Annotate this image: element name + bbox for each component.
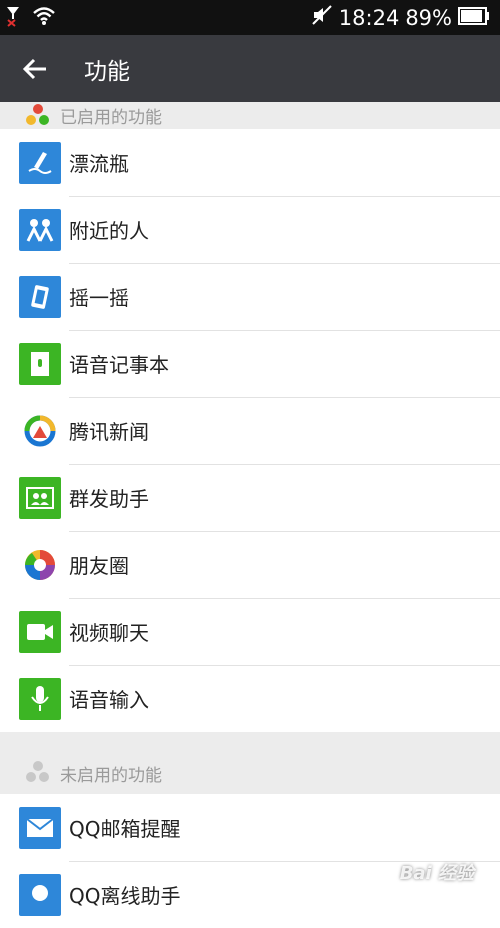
feature-label: 漂流瓶	[69, 152, 129, 176]
back-button[interactable]	[0, 35, 70, 102]
people-nearby-icon	[19, 208, 61, 251]
feature-item-shake[interactable]: 摇一摇	[0, 263, 500, 330]
page-title: 功能	[84, 58, 130, 85]
watermark: Bai 经验	[399, 863, 474, 884]
voice-notebook-icon	[19, 342, 61, 385]
tencent-news-icon	[19, 409, 61, 452]
feature-item-drift-bottle[interactable]: 漂流瓶	[0, 129, 500, 196]
feature-item-voice-input[interactable]: 语音输入	[0, 665, 500, 732]
feature-item-video-chat[interactable]: 视频聊天	[0, 598, 500, 665]
feature-label: 视频聊天	[69, 621, 149, 645]
status-time: 18:24	[338, 5, 400, 30]
feature-item-voice-notebook[interactable]: 语音记事本	[0, 330, 500, 397]
qq-offline-icon	[19, 873, 61, 916]
enabled-list: 漂流瓶 附近的人 摇一摇 语音记事本 腾讯新闻 群发助手 朋友圈 视频聊天 语音…	[0, 129, 500, 732]
back-arrow-icon	[22, 58, 46, 79]
disabled-section-title: 未启用的功能	[60, 765, 162, 786]
feature-item-people-nearby[interactable]: 附近的人	[0, 196, 500, 263]
voice-input-icon	[19, 677, 61, 720]
drift-bottle-icon	[19, 141, 61, 184]
feature-label: QQ离线助手	[69, 884, 181, 908]
feature-label: 附近的人	[69, 219, 149, 243]
broadcast-assistant-icon	[19, 476, 61, 519]
feature-item-moments[interactable]: 朋友圈	[0, 531, 500, 598]
enabled-section-header: 已启用的功能	[0, 102, 500, 129]
feature-label: 腾讯新闻	[69, 420, 149, 444]
feature-label: 摇一摇	[69, 286, 129, 310]
feature-item-broadcast-assistant[interactable]: 群发助手	[0, 464, 500, 531]
shake-icon	[19, 275, 61, 318]
disabled-section-header: 未启用的功能	[0, 732, 500, 794]
mail-icon	[19, 806, 61, 849]
status-bar: 18:24 89%	[0, 0, 500, 35]
battery-percent: 89%	[405, 5, 452, 30]
enabled-section-title: 已启用的功能	[60, 108, 162, 128]
enabled-features-icon	[26, 103, 50, 128]
feature-item-tencent-news[interactable]: 腾讯新闻	[0, 397, 500, 464]
mute-icon	[311, 4, 333, 31]
feature-list: 已启用的功能 漂流瓶 附近的人 摇一摇 语音记事本 腾讯新闻 群发助手 朋友圈 …	[0, 102, 500, 928]
feature-label: 群发助手	[69, 487, 149, 511]
feature-label: 朋友圈	[69, 554, 129, 578]
no-signal-icon	[6, 5, 20, 31]
video-chat-icon	[19, 610, 61, 653]
feature-label: 语音记事本	[69, 353, 169, 377]
battery-icon	[458, 6, 490, 30]
feature-label: QQ邮箱提醒	[69, 817, 181, 841]
feature-item-qq-mail[interactable]: QQ邮箱提醒	[0, 794, 500, 861]
feature-label: 语音输入	[69, 688, 149, 712]
wifi-icon	[32, 6, 56, 30]
app-bar: 功能	[0, 35, 500, 102]
moments-icon	[19, 543, 61, 586]
disabled-features-icon	[26, 761, 50, 785]
